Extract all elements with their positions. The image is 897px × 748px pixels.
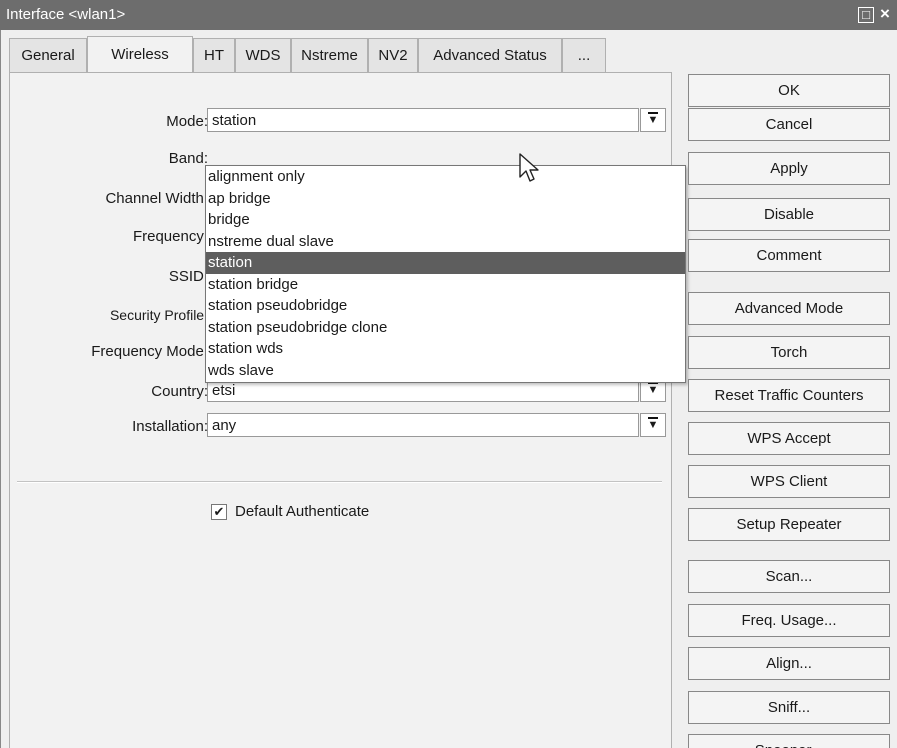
default-authenticate-label: Default Authenticate bbox=[235, 503, 370, 520]
cancel-button[interactable]: Cancel bbox=[688, 108, 890, 141]
freq-usage-button[interactable]: Freq. Usage... bbox=[688, 604, 890, 637]
installation-select[interactable]: any bbox=[207, 413, 639, 437]
mode-option[interactable]: station pseudobridge clone bbox=[206, 317, 685, 339]
dropdown-arrow-icon: ▼ bbox=[647, 112, 659, 126]
mode-option[interactable]: bridge bbox=[206, 209, 685, 231]
torch-button[interactable]: Torch bbox=[688, 336, 890, 369]
advanced-mode-button[interactable]: Advanced Mode bbox=[688, 292, 890, 325]
title-bar: Interface <wlan1> □ × bbox=[0, 0, 897, 30]
ok-button[interactable]: OK bbox=[688, 74, 890, 107]
align-button[interactable]: Align... bbox=[688, 647, 890, 680]
mode-option[interactable]: station bridge bbox=[206, 274, 685, 296]
frequency-label: Frequency: bbox=[132, 228, 208, 245]
mode-option[interactable]: ap bridge bbox=[206, 188, 685, 210]
snooper-button[interactable]: Snooper... bbox=[688, 734, 890, 748]
disable-button[interactable]: Disable bbox=[688, 198, 890, 231]
tab-general[interactable]: General bbox=[9, 38, 87, 72]
frequency-mode-label: Frequency Mode: bbox=[91, 343, 208, 360]
band-label: Band: bbox=[168, 150, 208, 167]
channel-width-label: Channel Width: bbox=[105, 190, 208, 207]
tab-wds[interactable]: WDS bbox=[235, 38, 291, 72]
tab-nstreme[interactable]: Nstreme bbox=[291, 38, 368, 72]
scan-button[interactable]: Scan... bbox=[688, 560, 890, 593]
maximize-icon[interactable]: □ bbox=[858, 7, 874, 23]
mode-option[interactable]: alignment only bbox=[206, 166, 685, 188]
wps-accept-button[interactable]: WPS Accept bbox=[688, 422, 890, 455]
dropdown-arrow-icon: ▼ bbox=[647, 417, 659, 431]
tab-advanced-status[interactable]: Advanced Status bbox=[418, 38, 562, 72]
mode-row: Mode: station ▼ bbox=[10, 108, 673, 134]
comment-button[interactable]: Comment bbox=[688, 239, 890, 272]
apply-button[interactable]: Apply bbox=[688, 152, 890, 185]
mode-dropdown-list: alignment only ap bridge bridge nstreme … bbox=[205, 165, 686, 383]
dropdown-arrow-icon: ▼ bbox=[647, 382, 659, 396]
ssid-label: SSID: bbox=[168, 268, 208, 285]
security-profile-label: Security Profile: bbox=[109, 307, 208, 323]
tab-ht[interactable]: HT bbox=[193, 38, 235, 72]
sniff-button[interactable]: Sniff... bbox=[688, 691, 890, 724]
mouse-pointer-icon bbox=[519, 153, 539, 182]
mode-dropdown-button[interactable]: ▼ bbox=[640, 108, 666, 132]
country-label: Country: bbox=[151, 383, 208, 400]
separator bbox=[17, 481, 662, 483]
tab-more[interactable]: ... bbox=[562, 38, 606, 72]
window-title: Interface <wlan1> bbox=[6, 6, 126, 23]
installation-row: Installation: any ▼ bbox=[10, 413, 673, 439]
setup-repeater-button[interactable]: Setup Repeater bbox=[688, 508, 890, 541]
tab-wireless[interactable]: Wireless bbox=[87, 36, 193, 72]
close-icon[interactable]: × bbox=[877, 5, 893, 23]
mode-select[interactable]: station bbox=[207, 108, 639, 132]
reset-traffic-counters-button[interactable]: Reset Traffic Counters bbox=[688, 379, 890, 412]
interface-window: General Wireless HT WDS Nstreme NV2 Adva… bbox=[0, 30, 897, 748]
mode-option[interactable]: station pseudobridge bbox=[206, 295, 685, 317]
mode-option[interactable]: station wds bbox=[206, 338, 685, 360]
mode-label: Mode: bbox=[166, 113, 208, 130]
default-authenticate-checkbox[interactable]: ✔ bbox=[211, 504, 227, 520]
installation-dropdown-button[interactable]: ▼ bbox=[640, 413, 666, 437]
tab-nv2[interactable]: NV2 bbox=[368, 38, 418, 72]
mode-option[interactable]: wds slave bbox=[206, 360, 685, 382]
mode-option[interactable]: nstreme dual slave bbox=[206, 231, 685, 253]
mode-option-selected[interactable]: station bbox=[206, 252, 685, 274]
wps-client-button[interactable]: WPS Client bbox=[688, 465, 890, 498]
installation-label: Installation: bbox=[132, 418, 208, 435]
